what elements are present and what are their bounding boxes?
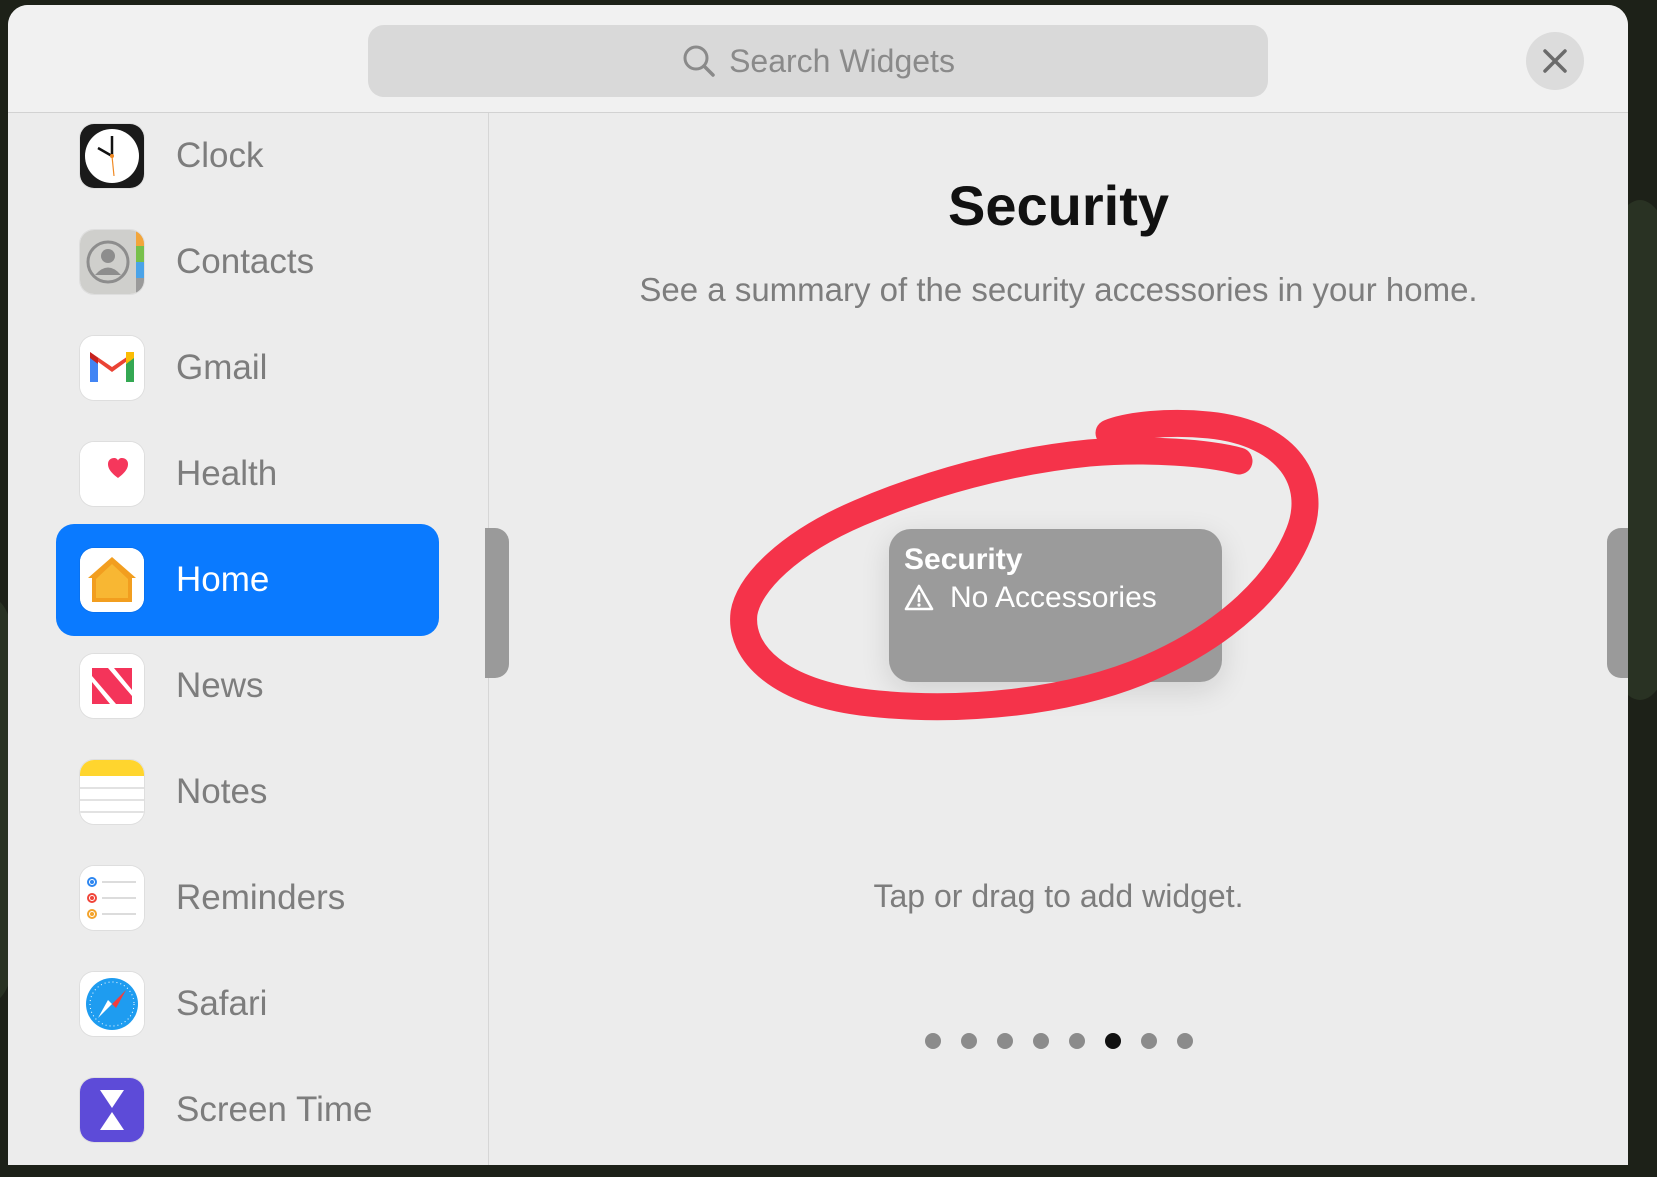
sidebar-item-label: News bbox=[176, 666, 264, 705]
sidebar-item-label: Clock bbox=[176, 136, 264, 175]
notes-app-icon bbox=[80, 760, 144, 824]
previous-widget-preview[interactable] bbox=[485, 528, 509, 678]
clock-app-icon bbox=[80, 124, 144, 188]
page-indicator[interactable] bbox=[489, 1033, 1628, 1049]
sidebar-item-notes[interactable]: Notes bbox=[56, 736, 439, 848]
sidebar-item-label: Home bbox=[176, 560, 270, 599]
sidebar-item-contacts[interactable]: Contacts bbox=[56, 206, 439, 318]
add-widget-hint: Tap or drag to add widget. bbox=[873, 878, 1244, 914]
widget-preview-panel: Security See a summary of the security a… bbox=[485, 113, 1628, 1165]
reminders-app-icon bbox=[80, 866, 144, 930]
news-app-icon bbox=[80, 654, 144, 718]
page-dot[interactable] bbox=[960, 1033, 977, 1049]
sidebar-item-label: Contacts bbox=[176, 242, 315, 281]
sidebar-item-label: Reminders bbox=[176, 878, 346, 917]
health-app-icon bbox=[80, 442, 144, 506]
search-field[interactable]: Search Widgets bbox=[368, 25, 1268, 97]
sidebar-item-home[interactable]: Home bbox=[56, 524, 439, 636]
app-sidebar: Clock Contacts Gmail Health Home News No… bbox=[8, 113, 489, 1165]
search-placeholder: Search Widgets bbox=[729, 42, 955, 79]
page-dot[interactable] bbox=[1032, 1033, 1049, 1049]
screen-time-app-icon bbox=[80, 1078, 144, 1142]
sidebar-item-gmail[interactable]: Gmail bbox=[56, 312, 439, 424]
close-icon bbox=[1543, 49, 1567, 73]
sidebar-item-reminders[interactable]: Reminders bbox=[56, 842, 439, 954]
close-button[interactable] bbox=[1526, 32, 1584, 90]
page-dot[interactable] bbox=[924, 1033, 941, 1049]
widget-status-text: No Accessories bbox=[950, 581, 1157, 614]
sidebar-item-label: Gmail bbox=[176, 348, 268, 387]
sidebar-item-label: Safari bbox=[176, 984, 268, 1023]
gmail-app-icon bbox=[80, 336, 144, 400]
next-widget-preview[interactable] bbox=[1607, 528, 1628, 678]
security-widget-preview[interactable]: Security No Accessories bbox=[889, 529, 1222, 682]
page-dot[interactable] bbox=[1140, 1033, 1157, 1049]
page-dot[interactable] bbox=[1176, 1033, 1193, 1049]
widget-preview-status: No Accessories bbox=[904, 581, 1157, 615]
sidebar-item-label: Screen Time bbox=[176, 1090, 373, 1129]
search-icon bbox=[683, 45, 715, 77]
contacts-app-icon bbox=[80, 230, 144, 294]
sidebar-item-safari[interactable]: Safari bbox=[56, 948, 439, 1060]
page-dot[interactable] bbox=[1104, 1033, 1121, 1049]
warning-icon bbox=[904, 584, 934, 611]
sidebar-item-label: Notes bbox=[176, 772, 268, 811]
sidebar-item-screen-time[interactable]: Screen Time bbox=[56, 1054, 439, 1165]
page-dot[interactable] bbox=[1068, 1033, 1085, 1049]
home-app-icon bbox=[80, 548, 144, 612]
widget-preview-title: Security bbox=[904, 543, 1023, 576]
sidebar-item-label: Health bbox=[176, 454, 278, 493]
widget-gallery-sheet: Search Widgets Clock Contacts Gmail Heal… bbox=[8, 5, 1628, 1165]
sidebar-item-health[interactable]: Health bbox=[56, 418, 439, 530]
widget-title: Security bbox=[948, 174, 1169, 237]
sidebar-item-news[interactable]: News bbox=[56, 630, 439, 742]
safari-app-icon bbox=[80, 972, 144, 1036]
widget-description: See a summary of the security accessorie… bbox=[639, 271, 1478, 308]
page-dot[interactable] bbox=[996, 1033, 1013, 1049]
top-bar: Search Widgets bbox=[8, 5, 1628, 113]
sidebar-item-clock[interactable]: Clock bbox=[56, 113, 439, 212]
